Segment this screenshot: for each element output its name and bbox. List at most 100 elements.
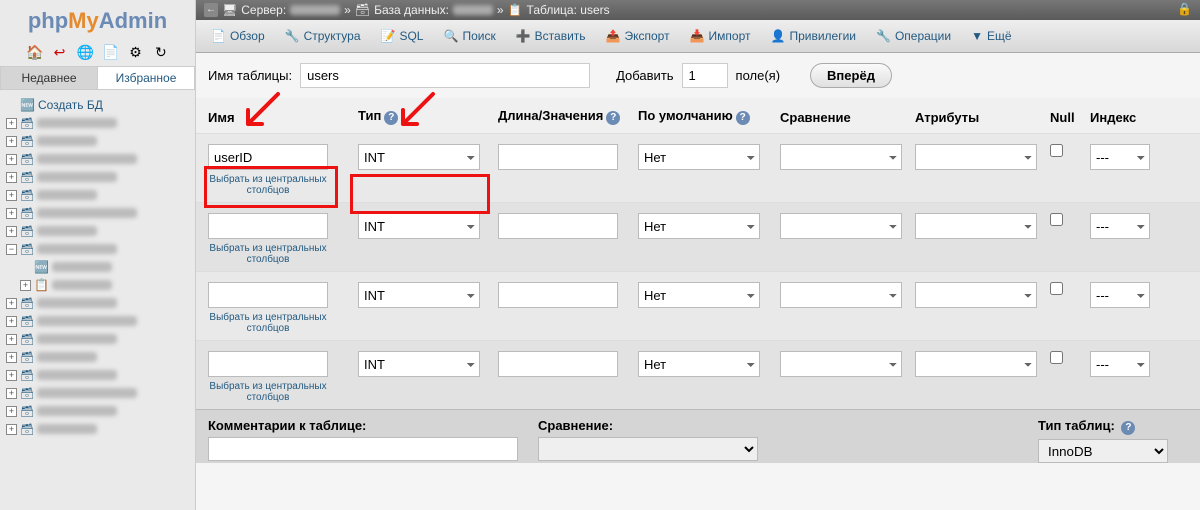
expand-icon[interactable]: + xyxy=(6,208,17,219)
db-item[interactable] xyxy=(37,136,97,146)
column-attributes-select[interactable] xyxy=(915,213,1037,239)
table-name-input[interactable] xyxy=(300,63,590,88)
expand-icon[interactable]: + xyxy=(6,406,17,417)
table-item[interactable] xyxy=(52,280,112,290)
column-length-input[interactable] xyxy=(498,213,618,239)
tab-search[interactable]: 🔍Поиск xyxy=(434,24,504,48)
column-name-input[interactable] xyxy=(208,351,328,377)
db-item[interactable] xyxy=(37,406,117,416)
column-default-select[interactable]: Нет xyxy=(638,282,760,308)
column-null-checkbox[interactable] xyxy=(1050,144,1063,157)
expand-icon[interactable]: + xyxy=(6,172,17,183)
column-null-checkbox[interactable] xyxy=(1050,282,1063,295)
column-index-select[interactable]: --- xyxy=(1090,351,1150,377)
help-icon[interactable]: ? xyxy=(736,111,750,125)
column-default-select[interactable]: Нет xyxy=(638,213,760,239)
storage-engine-select[interactable]: InnoDB xyxy=(1038,439,1168,463)
column-index-select[interactable]: --- xyxy=(1090,282,1150,308)
help-icon[interactable]: ? xyxy=(606,111,620,125)
tab-export[interactable]: 📤Экспорт xyxy=(597,24,679,48)
column-length-input[interactable] xyxy=(498,351,618,377)
expand-icon[interactable]: + xyxy=(6,154,17,165)
column-length-input[interactable] xyxy=(498,282,618,308)
home-icon[interactable]: 🏠 xyxy=(26,44,42,60)
lock-icon[interactable]: 🔒 xyxy=(1177,2,1192,16)
reload-icon[interactable]: ↻ xyxy=(153,44,169,60)
column-collation-select[interactable] xyxy=(780,351,902,377)
expand-icon[interactable]: + xyxy=(20,280,31,291)
column-attributes-select[interactable] xyxy=(915,144,1037,170)
column-default-select[interactable]: Нет xyxy=(638,144,760,170)
expand-icon[interactable]: − xyxy=(6,244,17,255)
column-collation-select[interactable] xyxy=(780,282,902,308)
table-collation-select[interactable] xyxy=(538,437,758,461)
expand-icon[interactable]: + xyxy=(6,316,17,327)
db-item[interactable] xyxy=(37,424,97,434)
column-name-input[interactable] xyxy=(208,144,328,170)
db-item[interactable] xyxy=(37,388,137,398)
tab-browse[interactable]: 📄Обзор xyxy=(202,24,274,48)
column-null-checkbox[interactable] xyxy=(1050,351,1063,364)
column-length-input[interactable] xyxy=(498,144,618,170)
go-button[interactable]: Вперёд xyxy=(810,63,892,88)
table-item[interactable] xyxy=(52,262,112,272)
tab-privileges[interactable]: 👤Привилегии xyxy=(761,24,865,48)
docs-icon[interactable]: 📄 xyxy=(102,44,118,60)
db-item[interactable] xyxy=(37,352,97,362)
server-name[interactable] xyxy=(290,5,340,15)
expand-icon[interactable]: + xyxy=(6,298,17,309)
column-type-select[interactable]: INT xyxy=(358,351,480,377)
nav-back-icon[interactable]: ← xyxy=(204,3,218,17)
column-default-select[interactable]: Нет xyxy=(638,351,760,377)
db-item[interactable] xyxy=(37,154,137,164)
tab-structure[interactable]: 🔧Структура xyxy=(276,24,370,48)
column-index-select[interactable]: --- xyxy=(1090,144,1150,170)
tab-more[interactable]: ▼Ещё xyxy=(962,24,1020,48)
tab-insert[interactable]: ➕Вставить xyxy=(507,24,595,48)
column-type-select[interactable]: INT xyxy=(358,144,480,170)
logout-icon[interactable]: ↩ xyxy=(51,44,67,60)
expand-icon[interactable]: + xyxy=(6,190,17,201)
column-name-input[interactable] xyxy=(208,282,328,308)
recent-tab[interactable]: Недавнее xyxy=(1,67,98,89)
column-collation-select[interactable] xyxy=(780,144,902,170)
help-icon[interactable]: ? xyxy=(1121,421,1135,435)
db-item[interactable] xyxy=(37,298,117,308)
tab-sql[interactable]: 📝SQL xyxy=(372,24,433,48)
expand-icon[interactable]: + xyxy=(6,226,17,237)
pick-central-link[interactable]: Выбрать из центральных столбцов xyxy=(208,170,328,196)
favorites-tab[interactable]: Избранное xyxy=(98,67,194,89)
add-columns-input[interactable] xyxy=(682,63,728,88)
tab-import[interactable]: 📥Импорт xyxy=(681,24,760,48)
db-item[interactable] xyxy=(37,244,117,254)
pick-central-link[interactable]: Выбрать из центральных столбцов xyxy=(208,377,328,403)
globe-icon[interactable]: 🌐 xyxy=(77,44,93,60)
column-attributes-select[interactable] xyxy=(915,282,1037,308)
db-item[interactable] xyxy=(37,190,97,200)
column-attributes-select[interactable] xyxy=(915,351,1037,377)
tab-operations[interactable]: 🔧Операции xyxy=(867,24,960,48)
create-db-link[interactable]: Создать БД xyxy=(38,98,103,112)
column-type-select[interactable]: INT xyxy=(358,282,480,308)
db-item[interactable] xyxy=(37,316,137,326)
pick-central-link[interactable]: Выбрать из центральных столбцов xyxy=(208,308,328,334)
db-item[interactable] xyxy=(37,226,97,236)
expand-icon[interactable]: + xyxy=(6,424,17,435)
column-type-select[interactable]: INT xyxy=(358,213,480,239)
expand-icon[interactable]: + xyxy=(6,118,17,129)
expand-icon[interactable]: + xyxy=(6,334,17,345)
db-item[interactable] xyxy=(37,172,117,182)
db-item[interactable] xyxy=(37,334,117,344)
pick-central-link[interactable]: Выбрать из центральных столбцов xyxy=(208,239,328,265)
table-comments-input[interactable] xyxy=(208,437,518,461)
db-item[interactable] xyxy=(37,118,117,128)
expand-icon[interactable]: + xyxy=(6,370,17,381)
column-index-select[interactable]: --- xyxy=(1090,213,1150,239)
db-item[interactable] xyxy=(37,208,137,218)
expand-icon[interactable]: + xyxy=(6,388,17,399)
table-name[interactable]: Таблица: users xyxy=(527,3,610,17)
db-item[interactable] xyxy=(37,370,117,380)
db-name[interactable] xyxy=(453,5,493,15)
column-null-checkbox[interactable] xyxy=(1050,213,1063,226)
column-name-input[interactable] xyxy=(208,213,328,239)
